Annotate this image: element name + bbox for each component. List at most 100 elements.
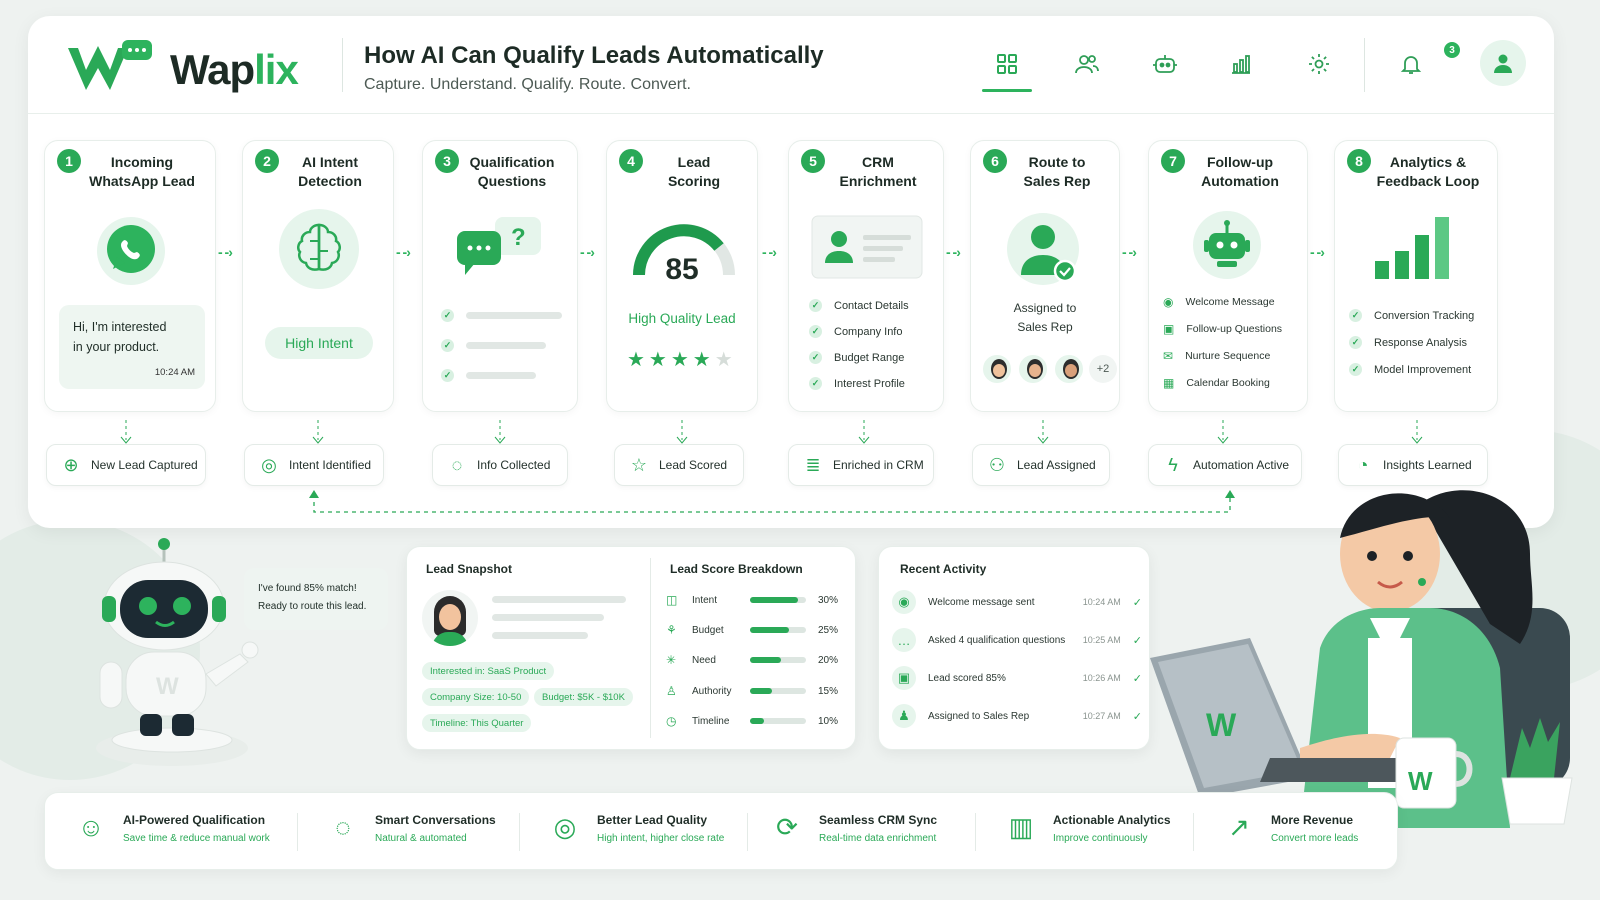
nav-analytics[interactable] [1216,46,1266,82]
activity-row[interactable]: ◉ Welcome message sent 10:24 AM ✓ [892,590,1142,614]
feedback-loop-connector [309,490,1235,513]
analytics-item: Response Analysis [1374,336,1467,349]
status-chip-info[interactable]: ◌ Info Collected [432,444,568,486]
placeholder-line [492,632,588,639]
feature-footer: ☺ AI-Powered Qualification Save time & red… [44,792,1398,870]
nav-users[interactable] [1062,46,1112,82]
step-card-intent-detection[interactable]: 2 AI Intent Detection High Intent [242,140,394,412]
activity-row[interactable]: ▣ Lead scored 85% 10:26 AM ✓ [892,666,1142,690]
robot-mascot-illustration: W [96,538,259,766]
whatsapp-icon: ◉ [1163,295,1174,309]
check-icon: ✓ [1349,309,1362,322]
need-icon: ✳ [666,653,677,667]
breakdown-row: ◷ Timeline 10% [666,714,839,728]
calendar-icon: ▦ [1163,376,1175,390]
flow-arrow: - -› [1310,244,1325,260]
flow-arrow: - -› [580,244,595,260]
step-card-qualification[interactable]: 3 Qualification Questions ? ✓ ✓ ✓ [422,140,578,412]
down-arrow [1411,420,1423,444]
svg-text:?: ? [511,224,526,251]
bar-chart-icon: ▥ [1008,811,1034,842]
divider [342,38,343,92]
star-rating: ★★★★★ [627,347,737,372]
feature-analytics: ▥ Actionable Analytics Improve continuousl… [1003,809,1171,853]
step-card-incoming-lead[interactable]: 1 Incoming WhatsApp Lead Hi, I'm interest… [44,140,216,412]
divider [519,813,520,851]
divider [747,813,748,851]
breakdown-row: ⚘ Budget 25% [666,623,839,637]
lead-tag: Interested in: SaaS Product [422,662,555,680]
lead-snapshot-title: Lead Snapshot [426,562,513,576]
divider [975,813,976,851]
breakdown-row: ◫ Intent 30% [666,593,839,607]
down-arrow [312,420,324,444]
crm-item: Budget Range [834,351,905,364]
message-bubble: Hi, I'm interested in your product. 10:24… [59,305,205,389]
feature-ai-qualification: ☺ AI-Powered Qualification Save time & red… [73,809,270,853]
check-icon: ✓ [809,299,822,312]
avatar [1053,353,1085,385]
flow-arrow: - -› [946,244,961,260]
sales-rep-icon [1007,213,1079,285]
user-icon [1494,54,1512,73]
score-bar-fill [750,718,764,724]
down-arrow [858,420,870,444]
step-title: Analytics & Feedback Loop [1376,154,1480,189]
crm-item: Interest Profile [834,377,905,390]
activity-row[interactable]: ♟ Assigned to Sales Rep 10:27 AM ✓ [892,704,1142,728]
check-icon: ✓ [809,351,822,364]
page-subtitle: Capture. Understand. Qualify. Route. Con… [364,76,691,93]
check-icon: ✓ [809,377,822,390]
nav-notifications[interactable] [1386,46,1436,82]
user-avatar[interactable] [1480,40,1526,86]
page-title: How AI Can Qualify Leads Automatically [364,42,824,69]
robot-icon [1193,211,1261,279]
bar-chart-icon [1375,217,1449,279]
authority-icon: ♙ [666,684,677,698]
status-chip-crm[interactable]: ≣ Enriched in CRM [788,444,934,486]
star-icon: ☆ [630,454,648,475]
step-card-follow-up[interactable]: 7 Follow-up Automation ◉ Welcome Message ▣… [1148,140,1308,412]
crm-item: Company Info [834,325,903,338]
chat-icon: ▣ [1163,322,1175,336]
robot-icon: ☺ [77,811,105,842]
chat-icon: … [892,628,916,652]
divider [1193,813,1194,851]
check-icon: ✓ [441,369,454,382]
status-chip-assigned[interactable]: ⚇ Lead Assigned [972,444,1110,486]
status-chip-scored[interactable]: ☆ Lead Scored [614,444,744,486]
avatar [1017,353,1049,385]
robot-speech-bubble: I've found 85% match! Ready to route this… [244,568,388,630]
step-title: Incoming WhatsApp Lead [89,154,195,189]
svg-text:W: W [156,673,179,700]
lead-avatar [422,590,478,646]
nav-settings[interactable] [1294,46,1344,82]
score-bar-fill [750,688,773,694]
activity-row[interactable]: … Asked 4 qualification questions 10:25 AM… [892,628,1142,652]
check-icon: ✓ [809,325,822,338]
notification-badge: 3 [1444,42,1460,58]
step-title: Route to Sales Rep [1023,154,1091,189]
step-card-lead-scoring[interactable]: 4 Lead Scoring 85 High Quality Lead ★★★★★ [606,140,758,412]
users-icon: ⚇ [988,454,1006,475]
step-card-crm-enrichment[interactable]: 5 CRM Enrichment ✓ Contact Details ✓ Compan… [788,140,944,412]
nav-bot[interactable] [1140,46,1190,82]
star-icon: ★ [714,349,737,371]
brain-icon [279,209,359,289]
score-label: High Quality Lead [628,311,736,326]
chart-icon [1232,55,1250,74]
nav-dashboard[interactable] [982,46,1032,92]
step-card-route-to-sales[interactable]: 6 Route to Sales Rep Assigned to Sales Rep… [970,140,1120,412]
timeline-icon: ◷ [666,714,677,728]
users-icon [1075,55,1099,74]
user-icon: ♟ [892,704,916,728]
status-chip-new-lead[interactable]: ⊕ New Lead Captured [46,444,206,486]
feature-revenue: ↗ More Revenue Convert more leads [1221,809,1358,853]
check-icon: ✓ [1132,710,1142,723]
placeholder-line [492,596,626,603]
down-arrow [1037,420,1049,444]
status-chip-intent[interactable]: ◎ Intent Identified [244,444,384,486]
step-card-analytics[interactable]: 8 Analytics & Feedback Loop ✓ Conversion T… [1334,140,1498,412]
feature-crm-sync: ⟳ Seamless CRM Sync Real-time data enrichm… [769,809,937,853]
user-plus-icon: ⊕ [63,454,79,475]
